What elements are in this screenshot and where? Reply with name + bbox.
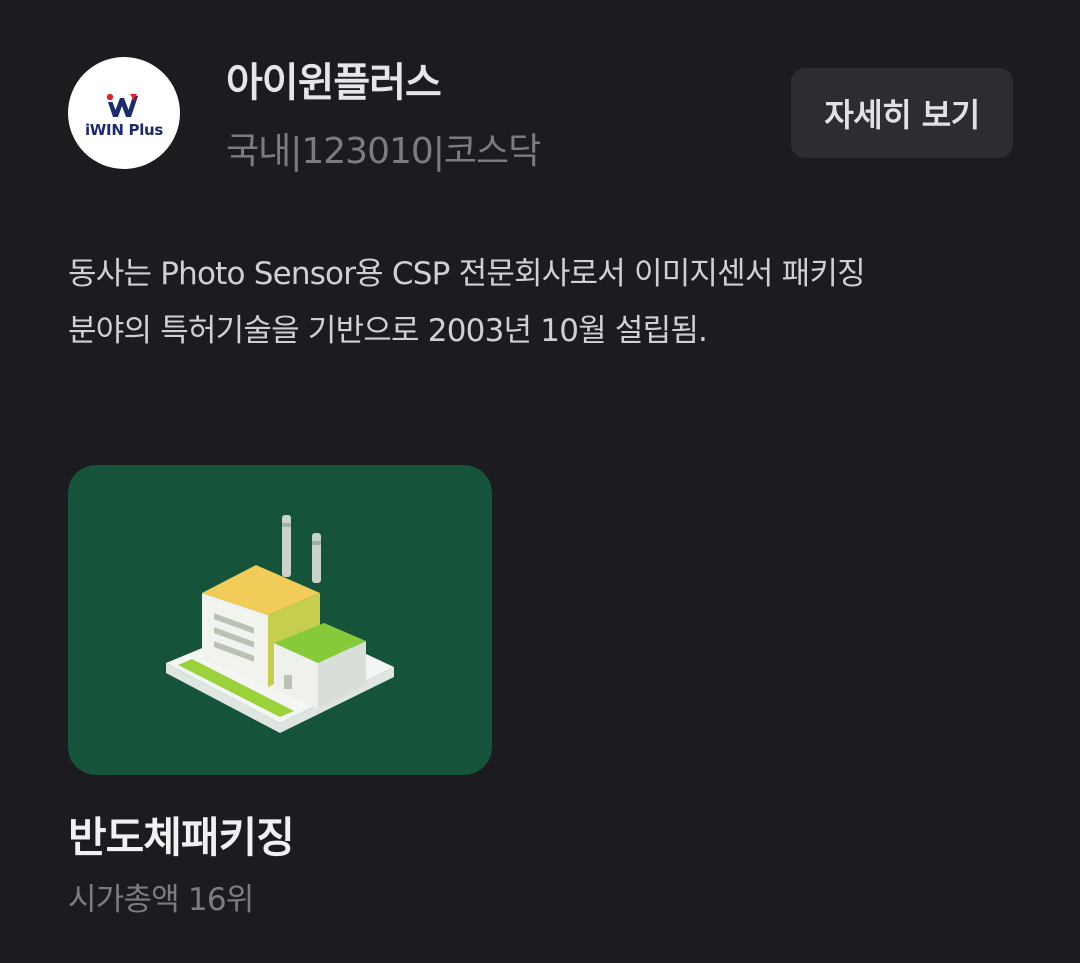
company-meta: 국내|123010|코스닥 [226, 131, 541, 172]
category-card[interactable] [68, 465, 492, 775]
company-description: 동사는 Photo Sensor용 CSP 전문회사로서 이미지센서 패키징 분… [68, 246, 1008, 360]
description-line: 분야의 특허기술을 기반으로 2003년 10월 설립됨. [68, 313, 708, 349]
factory-icon [166, 515, 394, 733]
detail-button[interactable]: 자세히 보기 [791, 68, 1013, 158]
company-logo: iWIN Plus [68, 57, 180, 169]
iwin-logo-mark-icon [106, 93, 138, 117]
description-line: 동사는 Photo Sensor용 CSP 전문회사로서 이미지센서 패키징 [68, 256, 866, 292]
category-rank: 시가총액 16위 [68, 882, 254, 918]
company-name: 아이윈플러스 [226, 60, 442, 106]
category-title: 반도체패키징 [68, 813, 295, 862]
logo-text: iWIN Plus [84, 120, 164, 139]
